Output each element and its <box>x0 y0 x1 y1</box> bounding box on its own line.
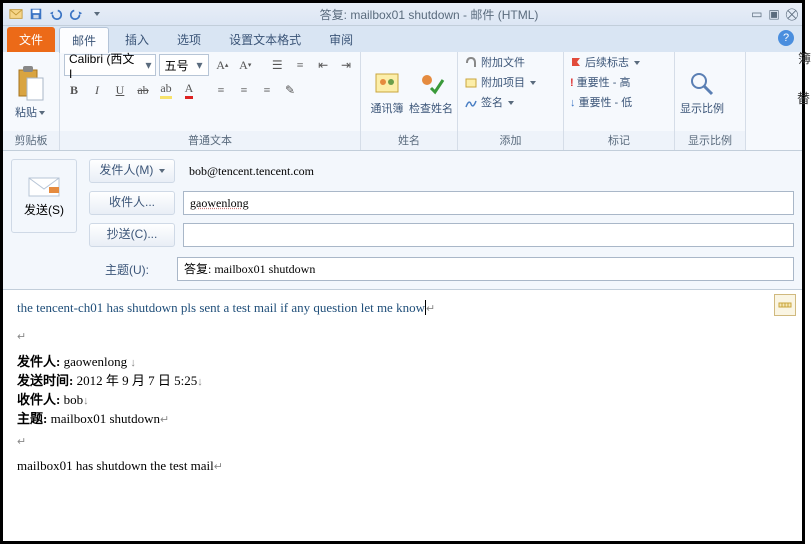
group-basictext-label: 普通文本 <box>60 131 360 150</box>
qat-more-icon[interactable] <box>87 5 105 23</box>
tab-mail[interactable]: 邮件 <box>59 27 109 53</box>
font-name-combo[interactable]: Calibri (西文I▾ <box>64 54 156 76</box>
paste-label: 粘贴 <box>15 107 37 119</box>
orig-from: gaowenlong <box>64 354 128 369</box>
redo-icon[interactable] <box>67 5 85 23</box>
group-add-label: 添加 <box>458 131 563 150</box>
reply-text: the tencent-ch01 has shutdown pls sent a… <box>17 300 425 315</box>
external-text-2: 替 <box>797 88 810 107</box>
orig-subj: mailbox01 shutdown <box>51 411 160 426</box>
message-body[interactable]: the tencent-ch01 has shutdown pls sent a… <box>3 290 802 541</box>
group-zoom-label: 显示比例 <box>675 131 745 150</box>
grow-font-icon[interactable]: A▴ <box>212 55 232 75</box>
minimize-icon[interactable]: ▭ <box>751 7 762 22</box>
tab-format[interactable]: 设置文本格式 <box>217 27 313 52</box>
window-title: 答复: mailbox01 shutdown - 邮件 (HTML) <box>107 6 751 23</box>
signature-button[interactable]: 签名 <box>464 94 514 112</box>
ribbon-tabs: 文件 邮件 插入 选项 设置文本格式 审阅 ? <box>3 26 802 52</box>
shrink-font-icon[interactable]: A▾ <box>235 55 255 75</box>
undo-icon[interactable] <box>47 5 65 23</box>
maximize-icon[interactable]: ▣ <box>768 7 779 22</box>
quick-access-toolbar: 答复: mailbox01 shutdown - 邮件 (HTML) ▭ ▣ ⛒ <box>3 3 802 26</box>
orig-to: bob <box>64 392 84 407</box>
cc-field[interactable] <box>183 223 794 247</box>
importance-low-button[interactable]: ↓重要性 - 低 <box>570 94 632 112</box>
addressbook-button[interactable]: 通讯簿 <box>365 68 409 116</box>
orig-subj-label: 主题: <box>17 411 47 426</box>
underline-button[interactable]: U <box>110 80 130 100</box>
font-size-combo[interactable]: 五号▾ <box>159 54 209 76</box>
app-icon <box>7 5 25 23</box>
from-button[interactable]: 发件人(M) <box>89 159 175 183</box>
bold-button[interactable]: B <box>64 80 84 100</box>
to-field[interactable]: gaowenlong <box>183 191 794 215</box>
help-icon[interactable]: ? <box>778 30 794 46</box>
attach-file-button[interactable]: 附加文件 <box>464 54 525 72</box>
group-names-label: 姓名 <box>361 131 457 150</box>
send-button[interactable]: 发送(S) <box>11 159 77 233</box>
close-icon[interactable]: ⛒ <box>786 7 798 22</box>
save-icon[interactable] <box>27 5 45 23</box>
align-left-icon[interactable]: ≡ <box>211 80 231 100</box>
subject-label: 主题(U): <box>85 261 169 278</box>
align-right-icon[interactable]: ≡ <box>257 80 277 100</box>
strike-button[interactable]: ab <box>133 80 153 100</box>
tab-review[interactable]: 审阅 <box>317 27 365 52</box>
highlight-icon[interactable]: ab <box>156 80 176 100</box>
orig-to-label: 收件人: <box>17 392 60 407</box>
addressbook-label: 通讯簿 <box>371 103 404 115</box>
font-color-icon[interactable]: A <box>179 80 199 100</box>
orig-sent: 2012 年 9 月 7 日 5:25 <box>77 373 198 388</box>
followup-button[interactable]: 后续标志 <box>570 54 640 72</box>
attach-item-button[interactable]: 附加项目 <box>464 74 536 92</box>
orig-sent-label: 发送时间: <box>17 373 73 388</box>
ruler-icon[interactable] <box>774 294 796 316</box>
tab-options[interactable]: 选项 <box>165 27 213 52</box>
subject-field[interactable]: 答复: mailbox01 shutdown <box>177 257 794 281</box>
zoom-button[interactable]: 显示比例 <box>679 68 725 116</box>
outdent-icon[interactable]: ⇤ <box>313 55 333 75</box>
numbering-icon[interactable]: ≡ <box>290 55 310 75</box>
message-header: 发送(S) 发件人(M) bob@tencent.tencent.com 收件人… <box>3 151 802 290</box>
importance-high-button[interactable]: !重要性 - 高 <box>570 74 630 92</box>
format-painter-icon[interactable]: ✎ <box>280 80 300 100</box>
from-value: bob@tencent.tencent.com <box>183 160 794 182</box>
bullets-icon[interactable]: ☰ <box>267 55 287 75</box>
paste-button[interactable]: 粘贴 <box>7 64 53 120</box>
checknames-button[interactable]: 检查姓名 <box>409 68 453 116</box>
tab-insert[interactable]: 插入 <box>113 27 161 52</box>
checknames-label: 检查姓名 <box>409 103 453 115</box>
italic-button[interactable]: I <box>87 80 107 100</box>
ribbon: 粘贴 剪贴板 Calibri (西文I▾ 五号▾ A▴ A▾ ☰ ≡ ⇤ ⇥ <box>3 52 802 151</box>
orig-from-label: 发件人: <box>17 354 60 369</box>
group-tags-label: 标记 <box>564 131 674 150</box>
tab-file[interactable]: 文件 <box>7 27 55 52</box>
align-center-icon[interactable]: ≡ <box>234 80 254 100</box>
cc-button[interactable]: 抄送(C)... <box>89 223 175 247</box>
orig-body: mailbox01 has shutdown the test mail <box>17 458 214 473</box>
send-label: 发送(S) <box>24 201 64 218</box>
external-text: 簿 <box>798 48 811 67</box>
group-clipboard-label: 剪贴板 <box>3 131 59 150</box>
indent-icon[interactable]: ⇥ <box>336 55 356 75</box>
to-button[interactable]: 收件人... <box>89 191 175 215</box>
zoom-label: 显示比例 <box>680 103 724 115</box>
